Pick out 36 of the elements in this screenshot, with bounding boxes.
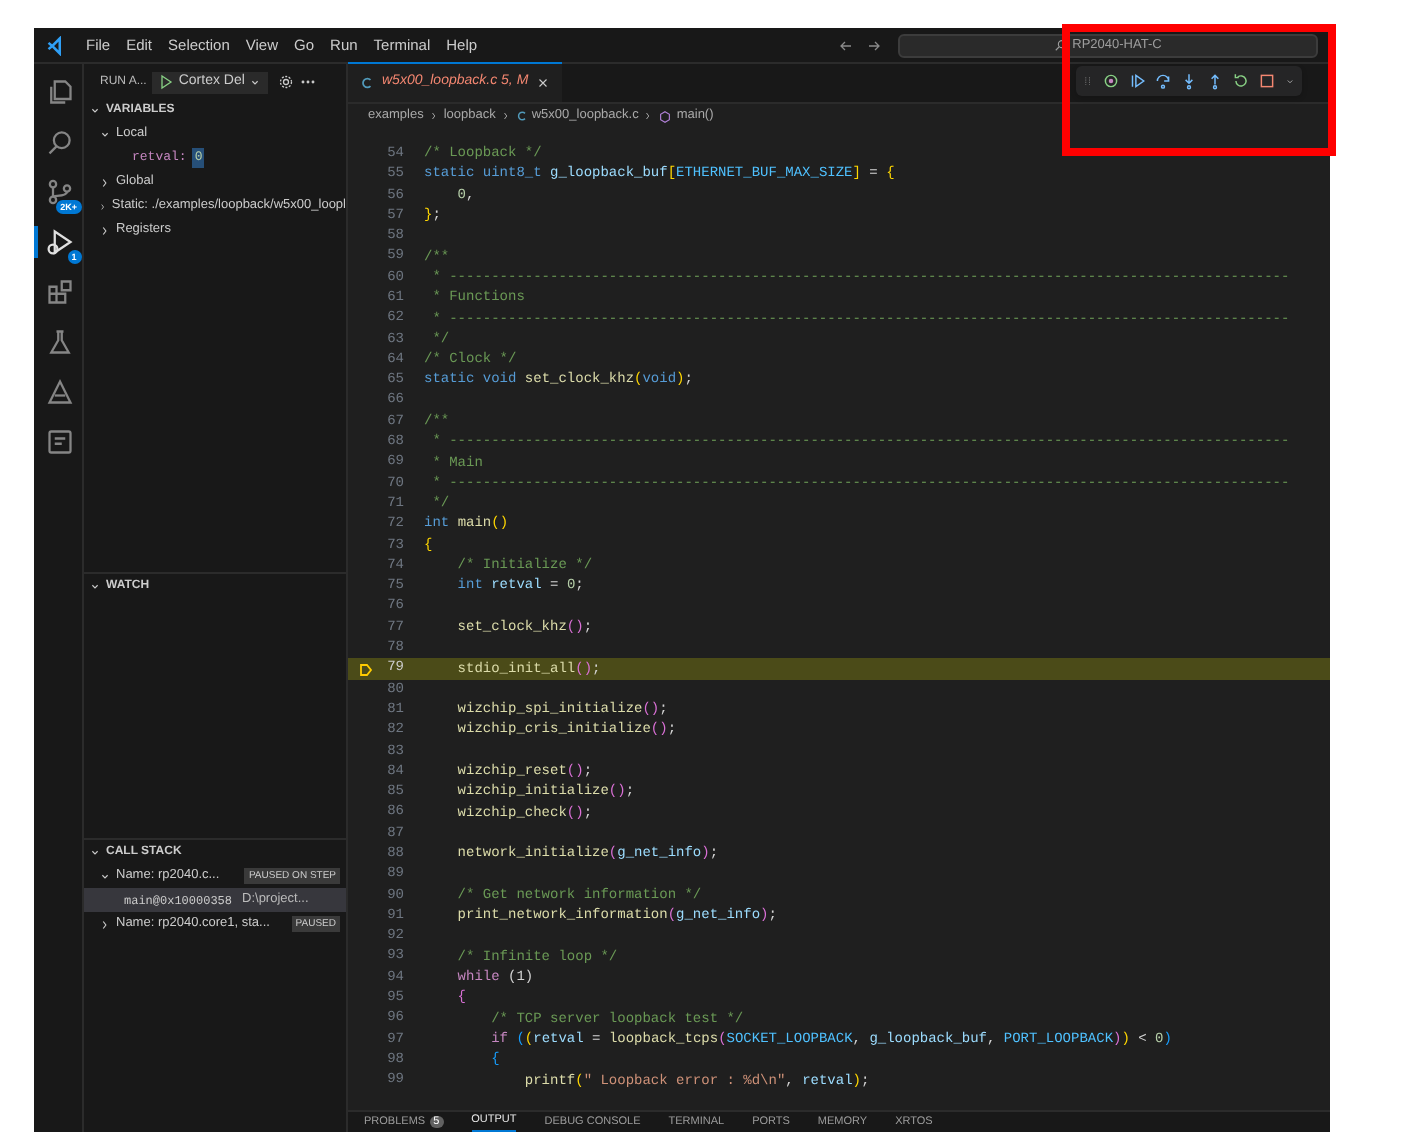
continue-icon[interactable] xyxy=(1128,72,1146,90)
step-into-icon[interactable] xyxy=(1180,72,1198,90)
extensions-icon[interactable] xyxy=(46,278,74,306)
settings-icon[interactable] xyxy=(278,74,295,90)
chevron-down-icon[interactable] xyxy=(88,845,102,859)
chevron-down-icon[interactable] xyxy=(98,869,112,883)
chevron-right-icon[interactable] xyxy=(98,175,112,189)
debug-pointer-icon[interactable] xyxy=(358,661,374,678)
c-file-icon[interactable] xyxy=(360,76,374,90)
app-logo-icon[interactable] xyxy=(46,35,66,55)
chevron-down-icon[interactable] xyxy=(248,75,263,89)
chevron-right-icon[interactable] xyxy=(427,110,440,122)
restart-frame-icon[interactable] xyxy=(1102,72,1120,90)
close-icon[interactable] xyxy=(536,76,551,90)
testing-icon[interactable] xyxy=(46,328,74,356)
chevron-down-icon[interactable] xyxy=(1284,75,1296,87)
step-over-icon[interactable] xyxy=(1154,72,1172,90)
restart-icon[interactable] xyxy=(1232,72,1250,90)
chevron-right-icon[interactable] xyxy=(98,199,108,213)
drag-handle-icon[interactable] xyxy=(1082,72,1094,90)
step-out-icon[interactable] xyxy=(1206,72,1224,90)
explorer-icon[interactable] xyxy=(46,78,74,106)
back-arrow-icon[interactable] xyxy=(838,37,854,53)
stop-icon[interactable] xyxy=(1258,72,1276,90)
c-file-icon[interactable] xyxy=(515,110,528,122)
chevron-down-icon[interactable] xyxy=(98,127,112,141)
debug-icon[interactable] xyxy=(46,228,74,256)
chevron-right-icon[interactable] xyxy=(642,110,655,122)
forward-arrow-icon[interactable] xyxy=(866,37,882,53)
chevron-down-icon[interactable] xyxy=(88,579,102,593)
chevron-right-icon[interactable] xyxy=(499,110,512,122)
chevron-down-icon[interactable] xyxy=(88,103,102,117)
play-icon[interactable] xyxy=(158,74,175,90)
chevron-right-icon[interactable] xyxy=(98,917,112,931)
search-icon[interactable] xyxy=(46,128,74,156)
chevron-right-icon[interactable] xyxy=(98,223,112,237)
